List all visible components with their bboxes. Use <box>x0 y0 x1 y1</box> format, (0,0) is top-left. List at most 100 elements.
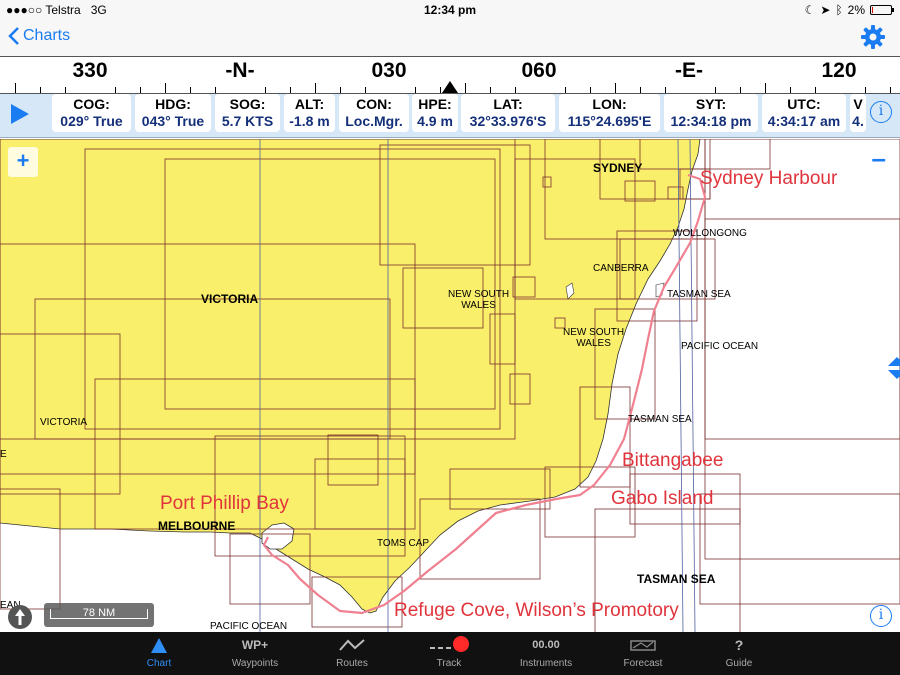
compass-tick <box>190 87 191 93</box>
compass-tick <box>890 87 891 93</box>
instrument-lon[interactable]: LON: 115°24.695'E <box>559 94 660 132</box>
map-label-canberra: CANBERRA <box>593 263 649 274</box>
compass-tick <box>65 87 66 93</box>
compass-tick <box>140 87 141 93</box>
compass-tick <box>665 87 666 93</box>
compass-tick <box>640 87 641 93</box>
instrument-partial[interactable]: V 4. <box>850 94 866 132</box>
map-label-tasman-sea-3: TASMAN SEA <box>637 572 716 586</box>
settings-button[interactable] <box>860 24 886 55</box>
info-icon: i <box>878 103 884 119</box>
instrument-utc[interactable]: UTC: 4:34:17 am <box>762 94 846 132</box>
instrument-label: LAT: <box>493 96 523 112</box>
instrument-label: SYT: <box>695 96 727 112</box>
instrument-label: V <box>853 96 863 112</box>
map-label-nsw-2: NEW SOUTH WALES <box>563 327 625 349</box>
map-info-button[interactable]: i <box>870 605 892 627</box>
battery-percent: 2% <box>847 3 865 17</box>
compass-tick <box>440 87 441 93</box>
instrument-con[interactable]: CON: Loc.Mgr. <box>339 94 409 132</box>
north-arrow-icon <box>15 609 25 625</box>
instrument-bar: COG: 029° True HDG: 043° True SOG: 5.7 KTS … <box>0 94 900 138</box>
north-up-button[interactable] <box>8 605 32 629</box>
instrument-hdg[interactable]: HDG: 043° True <box>135 94 211 132</box>
instrument-label: HDG: <box>155 96 191 112</box>
instrument-value: 043° True <box>141 113 205 129</box>
map-label-wollongong: WOLLONGONG <box>673 228 747 239</box>
instrument-value: -1.8 m <box>289 113 330 129</box>
instrument-value: 5.7 KTS <box>221 113 274 129</box>
status-bar: ●●●○○ Telstra 3G 12:34 pm ☾ ➤ ᛒ 2% <box>0 0 900 20</box>
instrument-info-button[interactable]: i <box>870 101 892 123</box>
info-icon: i <box>878 607 884 623</box>
tab-label: Track <box>436 658 462 669</box>
bluetooth-icon: ᛒ <box>835 3 843 17</box>
map-label-pacific-ocean-2: PACIFIC OCEAN <box>210 621 288 632</box>
tab-forecast[interactable]: Forecast <box>595 632 691 675</box>
compass-tick <box>740 87 741 93</box>
compass-label-120: 120 <box>821 59 857 82</box>
tab-guide[interactable]: ? Guide <box>691 632 787 675</box>
instrument-lat[interactable]: LAT: 32°33.976'S <box>461 94 555 132</box>
chart-map[interactable]: SYDNEY WOLLONGONG CANBERRA TASMAN SEA PA… <box>0 139 900 632</box>
tab-chart[interactable]: Chart <box>111 632 207 675</box>
map-label-nsw-1: NEW SOUTH WALES <box>448 289 510 311</box>
scale-bar-label: 78 NM <box>82 607 116 619</box>
instrument-syt[interactable]: SYT: 12:34:18 pm <box>664 94 758 132</box>
compass-tick <box>265 87 266 93</box>
tab-label: Forecast <box>623 658 663 669</box>
compass-tick <box>415 87 416 93</box>
tab-label: Waypoints <box>231 658 279 669</box>
instrument-hpe[interactable]: HPE: 4.9 m <box>412 94 458 132</box>
back-label: Charts <box>23 27 71 44</box>
annotation-sydney-harbour: Sydney Harbour <box>700 168 838 189</box>
route-zigzag-icon <box>339 639 365 651</box>
track-record-icon <box>430 636 469 652</box>
annotation-port-phillip-bay: Port Phillip Bay <box>160 493 289 514</box>
map-label-tasman-sea-1: TASMAN SEA <box>667 289 731 300</box>
zoom-in-button[interactable]: + <box>8 147 38 177</box>
chart-coverage-box <box>704 218 900 440</box>
instrument-label: CON: <box>356 96 392 112</box>
map-label-sydney: SYDNEY <box>593 161 643 175</box>
instruments-readout-icon: 00.00 <box>532 639 560 651</box>
annotation-refuge-cove: Refuge Cove, Wilson’s Promotory <box>394 600 679 621</box>
compass-tick <box>315 83 316 93</box>
instrument-value: 4.9 m <box>417 113 453 129</box>
compass-tick <box>290 87 291 93</box>
instrument-cog[interactable]: COG: 029° True <box>52 94 131 132</box>
instrument-value: Loc.Mgr. <box>345 113 403 129</box>
instrument-label: SOG: <box>229 96 266 112</box>
zoom-out-button[interactable]: – <box>872 143 886 174</box>
tab-label: Guide <box>725 658 753 669</box>
tab-instruments[interactable]: 00.00 Instruments <box>498 632 594 675</box>
status-right: ☾ ➤ ᛒ 2% <box>805 3 894 17</box>
instrument-sog[interactable]: SOG: 5.7 KTS <box>215 94 280 132</box>
compass-tick <box>615 83 616 93</box>
triangle-icon <box>151 637 167 653</box>
map-label-victoria-2: VICTORIA <box>40 417 88 428</box>
tab-waypoints[interactable]: WP+ Waypoints <box>207 632 303 675</box>
heading-compass-strip[interactable]: 330 -N- 030 060 -E- 120 <box>0 56 900 94</box>
instrument-value: 12:34:18 pm <box>670 113 752 129</box>
compass-tick <box>115 87 116 93</box>
instrument-label: UTC: <box>787 96 821 112</box>
map-label-pacific-ocean-1: PACIFIC OCEAN <box>681 341 759 352</box>
compass-label-030: 030 <box>371 59 407 82</box>
heading-pointer-icon <box>442 81 458 93</box>
map-label-melbourne: MELBOURNE <box>158 519 236 533</box>
play-button[interactable] <box>11 104 29 124</box>
instrument-label: ALT: <box>294 96 325 112</box>
compass-tick <box>365 87 366 93</box>
instrument-alt[interactable]: ALT: -1.8 m <box>284 94 335 132</box>
compass-tick <box>515 87 516 93</box>
compass-tick <box>465 83 466 93</box>
compass-tick <box>565 87 566 93</box>
back-button[interactable]: Charts <box>8 26 70 46</box>
tab-track[interactable]: Track <box>401 632 497 675</box>
battery-icon <box>870 5 894 15</box>
tab-routes[interactable]: Routes <box>304 632 400 675</box>
compass-tick <box>590 87 591 93</box>
meridian-line <box>689 139 696 632</box>
tab-label: Chart <box>146 658 172 669</box>
